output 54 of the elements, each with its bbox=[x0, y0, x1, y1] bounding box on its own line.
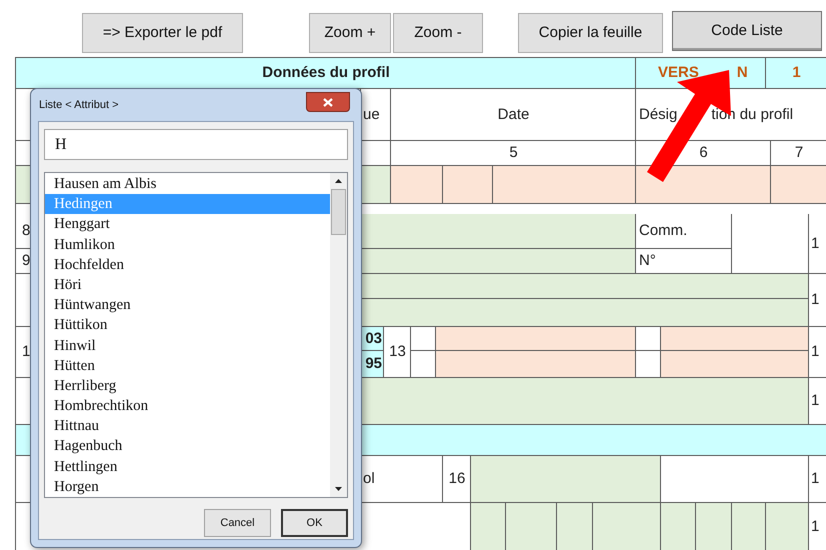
list-item[interactable]: Hüntwangen bbox=[45, 295, 330, 316]
sheet-cell bbox=[443, 166, 493, 204]
version-label: N bbox=[736, 63, 748, 84]
search-field[interactable]: H bbox=[44, 129, 348, 160]
list-item[interactable]: Herrliberg bbox=[45, 376, 330, 396]
sheet-cell bbox=[771, 166, 826, 204]
version-label: VERS bbox=[658, 63, 699, 84]
version-value: 1 bbox=[766, 58, 826, 89]
list-item[interactable]: Henggart bbox=[45, 214, 330, 235]
list-item[interactable]: Hinwil bbox=[45, 336, 330, 356]
toolbar-button[interactable]: Zoom - bbox=[393, 13, 483, 53]
toolbar-button[interactable]: Zoom + bbox=[309, 13, 391, 53]
column-header: Désig bbox=[639, 104, 678, 125]
sheet-cell bbox=[661, 503, 696, 550]
list-item[interactable]: Hombrechtikon bbox=[45, 396, 330, 416]
scrollbar[interactable] bbox=[330, 173, 347, 497]
cell-number: 16 bbox=[443, 456, 471, 503]
column-header: ue bbox=[361, 89, 391, 141]
sheet-cell bbox=[732, 503, 766, 550]
list-item[interactable]: Hüttikon bbox=[45, 315, 330, 336]
list-item[interactable]: Humlikon bbox=[45, 234, 330, 255]
list-item[interactable]: Hettlingen bbox=[45, 456, 330, 477]
cell-number: 13 bbox=[384, 327, 411, 378]
dialog-button[interactable]: Cancel bbox=[204, 509, 271, 537]
list-item[interactable]: Höri bbox=[45, 274, 330, 296]
close-button[interactable] bbox=[306, 92, 350, 112]
list-item[interactable]: Hagenbuch bbox=[45, 436, 330, 457]
toolbar-button[interactable]: => Exporter le pdf bbox=[82, 13, 243, 53]
sheet-title: Données du profil bbox=[16, 58, 636, 89]
sheet-cell bbox=[471, 503, 506, 550]
list-item[interactable]: Hochfelden bbox=[45, 254, 330, 275]
code-value: 95 bbox=[361, 351, 384, 378]
sheet-cell bbox=[696, 503, 732, 550]
sheet-cell bbox=[557, 503, 593, 550]
toolbar-button[interactable]: Copier la feuille bbox=[518, 13, 663, 53]
list-item[interactable]: Hütten bbox=[45, 356, 330, 376]
sheet-cell bbox=[593, 503, 661, 550]
row-label: ol bbox=[361, 456, 443, 503]
dialog-title: Liste < Attribut > bbox=[39, 98, 118, 113]
toolbar-button[interactable]: Code Liste bbox=[672, 11, 822, 51]
sheet-cell bbox=[766, 503, 809, 550]
dialog-button[interactable]: OK bbox=[281, 509, 348, 537]
list-item[interactable]: Hittnau bbox=[45, 416, 330, 436]
field-label: N° bbox=[636, 249, 732, 274]
sheet-cell bbox=[506, 503, 557, 550]
column-number: 5 bbox=[391, 141, 636, 166]
list-item[interactable]: Horgen bbox=[45, 476, 330, 497]
scroll-thumb[interactable] bbox=[331, 189, 346, 235]
field-label: Comm. bbox=[636, 214, 732, 249]
close-icon bbox=[323, 98, 333, 106]
code-value: 03 bbox=[361, 327, 384, 351]
sheet-cell bbox=[391, 166, 443, 204]
list-item[interactable]: Hausen am Albis bbox=[45, 174, 330, 194]
column-header: Date bbox=[391, 89, 636, 141]
